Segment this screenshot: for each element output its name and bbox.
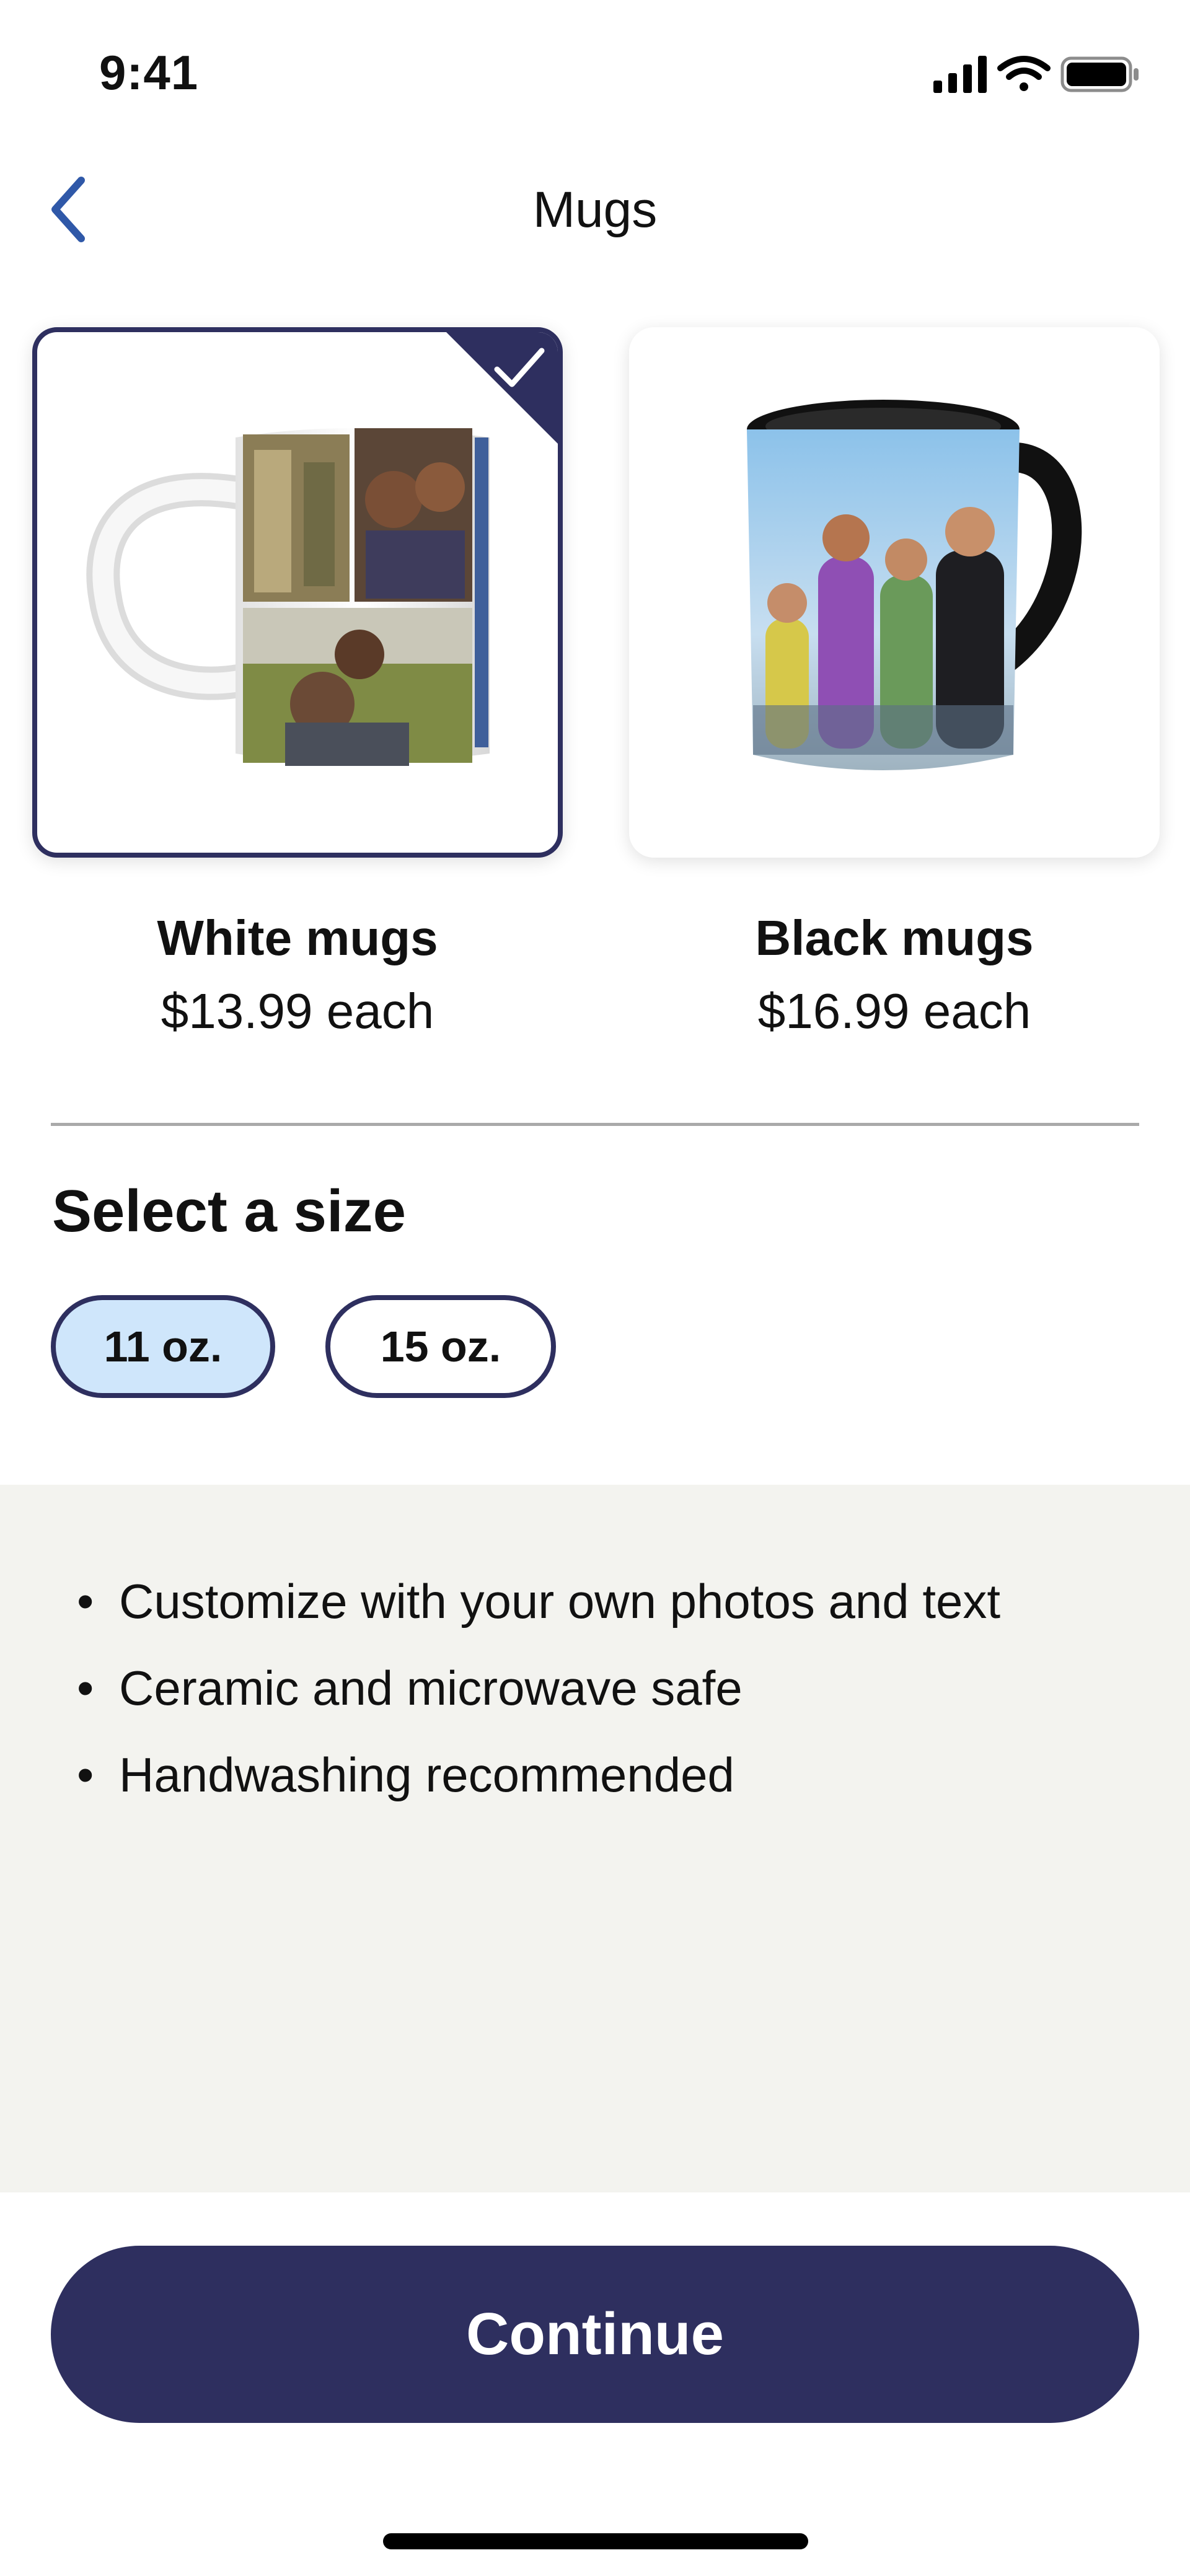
size-option-11oz[interactable]: 11 oz.: [51, 1295, 275, 1398]
page-title: Mugs: [532, 182, 658, 238]
black-mug-image: [747, 400, 1082, 770]
bullet-icon: •: [77, 1747, 94, 1802]
bullet-icon: •: [77, 1574, 94, 1629]
cellular-signal-icon: [933, 56, 987, 93]
status-icons: [933, 56, 1139, 93]
wifi-icon: [997, 56, 1051, 91]
feature-text: Handwashing recommended: [119, 1747, 734, 1802]
divider: [51, 1123, 1139, 1126]
continue-button[interactable]: Continue: [51, 2246, 1139, 2423]
product-price: $16.99 each: [757, 983, 1031, 1039]
features-panel: • Customize with your own photos and text…: [0, 1485, 1190, 2192]
battery-icon: [1060, 56, 1139, 92]
mugs-screen: 9:41 Mugs White mugs $13.99 each Black m…: [0, 0, 1190, 2576]
status-time: 9:41: [99, 45, 199, 100]
home-indicator[interactable]: [383, 2533, 808, 2549]
bullet-icon: •: [77, 1661, 94, 1715]
feature-text: Ceramic and microwave safe: [119, 1661, 743, 1715]
features-list: • Customize with your own photos and text…: [77, 1558, 1000, 1818]
black-mug-label: Black mugs $16.99 each: [628, 910, 1161, 1040]
product-name: White mugs: [157, 910, 438, 965]
list-item: • Handwashing recommended: [77, 1731, 1000, 1818]
product-price: $13.99 each: [161, 983, 434, 1039]
list-item: • Ceramic and microwave safe: [77, 1645, 1000, 1731]
product-name: Black mugs: [755, 910, 1034, 965]
black-mug-card[interactable]: [629, 327, 1160, 858]
size-heading: Select a size: [52, 1178, 407, 1244]
checkmark-icon: [494, 348, 545, 387]
white-mug-card[interactable]: [32, 327, 563, 858]
size-option-15oz[interactable]: 15 oz.: [325, 1295, 556, 1398]
white-mug-label: White mugs $13.99 each: [31, 910, 564, 1040]
feature-text: Customize with your own photos and text: [119, 1574, 1001, 1629]
list-item: • Customize with your own photos and text: [77, 1558, 1000, 1645]
